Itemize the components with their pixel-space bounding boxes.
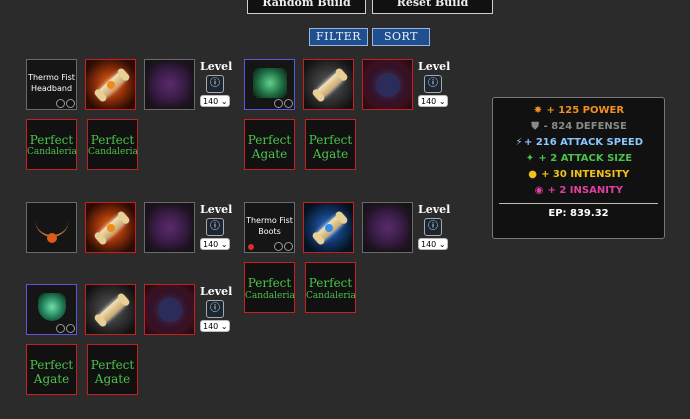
blurred-rune-slot[interactable]: [144, 59, 195, 110]
ice-gem-icon: [325, 224, 333, 232]
stats-panel: ✸ + 125 POWER ⛊ - 824 DEFENSE ⚡+ 216 ATT…: [492, 97, 665, 239]
gem-slot[interactable]: Perfect Candaleria: [26, 119, 77, 170]
level-label: Level: [200, 60, 233, 73]
orb-rune-slot[interactable]: [144, 284, 195, 335]
level-select[interactable]: 140 ⌄: [200, 95, 230, 107]
orb-icon: [376, 73, 400, 97]
gem-slot[interactable]: Perfect Candaleria: [87, 119, 138, 170]
level-select[interactable]: 140 ⌄: [418, 238, 448, 250]
level-control: Level ⓘ 140 ⌄: [418, 60, 451, 107]
gem-slot[interactable]: Perfect Agate: [244, 119, 295, 170]
necklace-gem-icon: [47, 233, 57, 243]
enchant-scroll-slot[interactable]: [85, 59, 136, 110]
stat-insanity: ◉ + 2 INSANITY: [493, 183, 664, 199]
boots-name: Thermo Fist Boots: [246, 216, 293, 236]
headband-name: Thermo Fist Headband: [28, 73, 75, 93]
enchant-scroll-slot[interactable]: [85, 202, 136, 253]
empty-socket-icon: [284, 99, 293, 108]
empty-socket-icon: [66, 99, 75, 108]
attack-speed-icon: ⚡: [515, 137, 523, 148]
intensity-icon: ●: [528, 169, 537, 180]
enchant-scroll-slot[interactable]: [85, 284, 136, 335]
chest-armor-icon: [253, 68, 287, 98]
boots-item-slot[interactable]: Thermo Fist Boots: [244, 202, 295, 253]
attack-size-icon: ✦: [525, 153, 535, 164]
scroll-icon: [314, 69, 346, 101]
filter-button[interactable]: FILTER: [309, 28, 368, 46]
level-select[interactable]: 140 ⌄: [200, 238, 230, 250]
sort-button[interactable]: SORT: [372, 28, 430, 46]
blurred-rune-slot[interactable]: [362, 202, 413, 253]
eye-icon: ◉: [534, 185, 544, 196]
gem-slot[interactable]: Perfect Agate: [87, 344, 138, 395]
empty-socket-icon: [284, 242, 293, 251]
scroll-icon: [96, 294, 128, 326]
level-label: Level: [200, 203, 233, 216]
blurred-rune-icon: [365, 205, 410, 250]
chest-item-slot[interactable]: [244, 59, 295, 110]
level-control: Level ⓘ 140 ⌄: [418, 203, 451, 250]
blurred-rune-slot[interactable]: [144, 202, 195, 253]
empty-socket-icon: [66, 324, 75, 333]
level-control: Level ⓘ 140 ⌄: [200, 285, 233, 332]
info-icon[interactable]: ⓘ: [206, 218, 224, 236]
info-icon[interactable]: ⓘ: [424, 218, 442, 236]
power-icon: ✸: [533, 105, 543, 116]
stat-intensity: ● + 30 INTENSITY: [493, 167, 664, 183]
gem-slot[interactable]: Perfect Candaleria: [305, 262, 356, 313]
gem-slot[interactable]: Perfect Agate: [305, 119, 356, 170]
level-label: Level: [200, 285, 233, 298]
enchant-scroll-slot[interactable]: [303, 59, 354, 110]
gem-slot[interactable]: Perfect Candaleria: [244, 262, 295, 313]
empty-socket-icon: [56, 324, 65, 333]
random-build-button[interactable]: Random Build: [247, 0, 366, 14]
stats-divider: [499, 203, 658, 204]
orb-rune-slot[interactable]: [362, 59, 413, 110]
orb-icon: [158, 298, 182, 322]
level-control: Level ⓘ 140 ⌄: [200, 60, 233, 107]
gem-slot[interactable]: Perfect Agate: [26, 344, 77, 395]
empty-socket-icon: [274, 99, 283, 108]
stat-defense: ⛊ - 824 DEFENSE: [493, 119, 664, 135]
fire-gem-icon: [107, 81, 115, 89]
info-icon[interactable]: ⓘ: [424, 75, 442, 93]
level-label: Level: [418, 60, 451, 73]
stat-power: ✸ + 125 POWER: [493, 103, 664, 119]
level-control: Level ⓘ 140 ⌄: [200, 203, 233, 250]
info-icon[interactable]: ⓘ: [206, 300, 224, 318]
fire-gem-icon: [107, 224, 115, 232]
info-icon[interactable]: ⓘ: [206, 75, 224, 93]
headband-item-slot[interactable]: Thermo Fist Headband: [26, 59, 77, 110]
mask-item-slot[interactable]: [26, 284, 77, 335]
blurred-rune-icon: [147, 62, 192, 107]
enchant-scroll-slot[interactable]: [303, 202, 354, 253]
shield-icon: ⛊: [531, 121, 539, 132]
mask-icon: [38, 293, 66, 321]
reset-build-button[interactable]: Reset Build: [372, 0, 493, 14]
empty-socket-icon: [274, 242, 283, 251]
empty-socket-icon: [56, 99, 65, 108]
level-label: Level: [418, 203, 451, 216]
blurred-rune-icon: [147, 205, 192, 250]
ep-value: EP: 839.32: [548, 208, 609, 219]
level-select[interactable]: 140 ⌄: [200, 320, 230, 332]
stat-attack-speed: ⚡+ 216 ATTACK SPEED: [493, 135, 664, 151]
necklace-item-slot[interactable]: [26, 202, 77, 253]
stat-attack-size: ✦ + 2 ATTACK SIZE: [493, 151, 664, 167]
filled-socket-icon: [248, 244, 254, 250]
level-select[interactable]: 140 ⌄: [418, 95, 448, 107]
